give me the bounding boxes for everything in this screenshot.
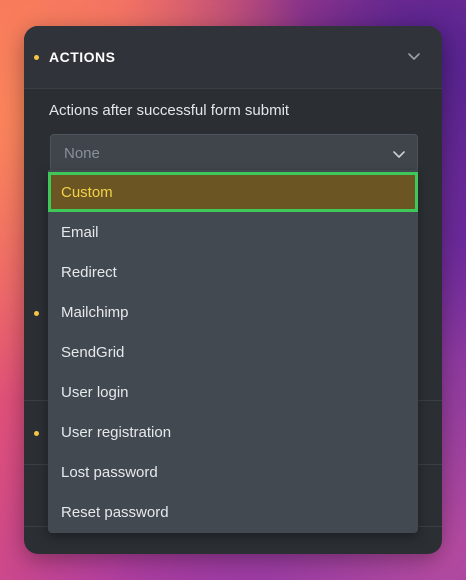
actions-label: Actions after successful form submit xyxy=(49,102,290,119)
dropdown-option-user-login[interactable]: User login xyxy=(48,372,418,412)
actions-select[interactable]: None xyxy=(50,134,418,172)
chevron-down-icon[interactable] xyxy=(391,146,407,162)
dropdown-option-lost-password[interactable]: Lost password xyxy=(48,452,418,492)
select-value: None xyxy=(64,145,100,162)
dropdown-option-email[interactable]: Email xyxy=(48,212,418,252)
dropdown-option-redirect[interactable]: Redirect xyxy=(48,252,418,292)
section-indicator-dot xyxy=(34,54,39,60)
section-title: ACTIONS xyxy=(49,49,116,65)
dropdown-option-user-registration[interactable]: User registration xyxy=(48,412,418,452)
dropdown-option-custom[interactable]: Custom xyxy=(48,172,418,212)
dropdown-option-sendgrid[interactable]: SendGrid xyxy=(48,332,418,372)
background-indicator-dot xyxy=(34,431,39,436)
dropdown-option-mailchimp[interactable]: Mailchimp xyxy=(48,292,418,332)
background-indicator-dot xyxy=(34,311,39,316)
actions-section-header[interactable]: ACTIONS xyxy=(24,26,442,89)
dropdown-option-reset-password[interactable]: Reset password xyxy=(48,492,418,532)
actions-dropdown-menu: Custom Email Redirect Mailchimp SendGrid… xyxy=(48,170,418,533)
actions-panel: ACTIONS Actions after successful form su… xyxy=(24,26,442,554)
chevron-down-icon[interactable] xyxy=(406,48,422,64)
